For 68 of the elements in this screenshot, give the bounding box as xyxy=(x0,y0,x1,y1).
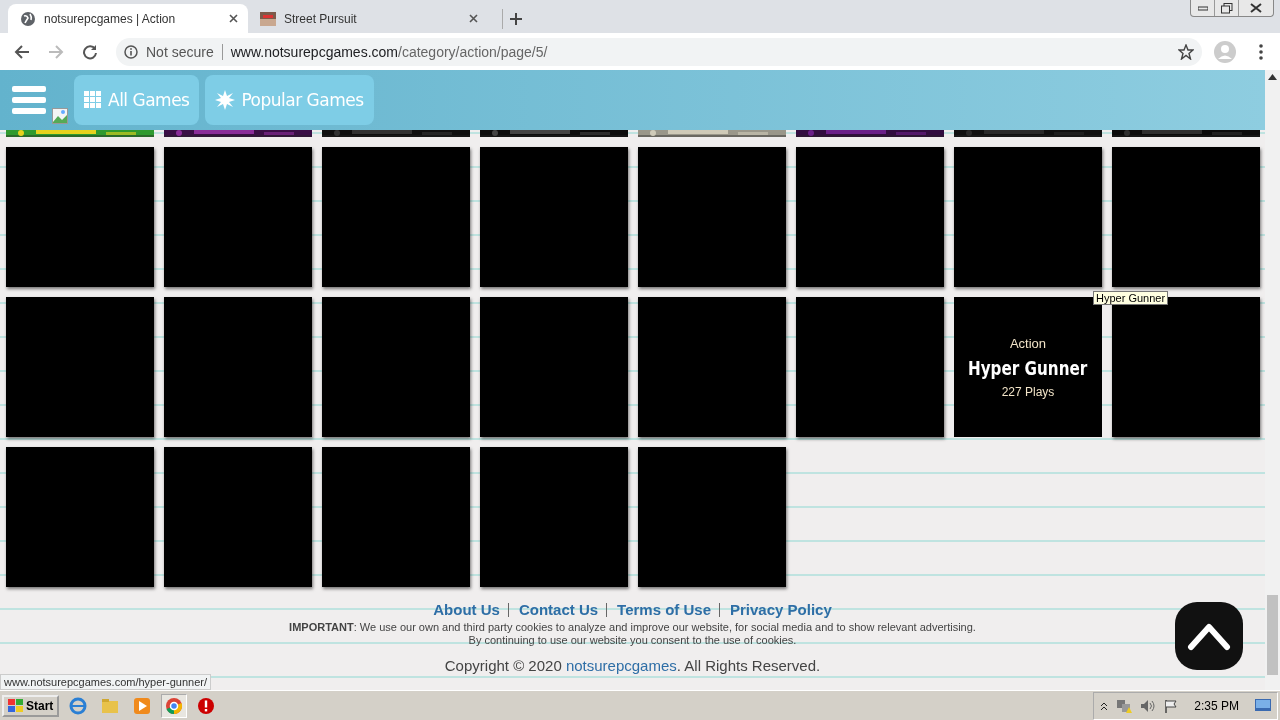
reload-icon[interactable] xyxy=(82,43,98,60)
cookie-notice: By continuing to use our website you consent to the use of cookies. xyxy=(468,634,797,646)
close-icon[interactable] xyxy=(469,14,478,23)
close-icon[interactable] xyxy=(229,14,238,23)
starburst-icon xyxy=(215,90,236,110)
game-tile[interactable] xyxy=(796,147,944,287)
start-button[interactable]: Start xyxy=(2,694,60,717)
caret-up-icon xyxy=(1187,621,1231,651)
tile-plays: 227 Plays xyxy=(1001,384,1055,399)
game-tile[interactable] xyxy=(6,147,154,287)
browser-tab[interactable]: Street Pursuit xyxy=(248,4,488,33)
network-icon[interactable] xyxy=(1116,697,1133,714)
star-icon[interactable] xyxy=(1178,43,1194,60)
game-tile[interactable] xyxy=(638,447,786,587)
minimize-icon[interactable] xyxy=(1197,5,1208,11)
back-icon[interactable] xyxy=(14,43,30,60)
globe-icon xyxy=(20,10,36,27)
scrollbar-thumb[interactable] xyxy=(1267,595,1278,675)
windows-logo-icon xyxy=(8,698,24,713)
game-tile[interactable] xyxy=(164,297,312,437)
scroll-up-icon[interactable] xyxy=(1268,74,1277,80)
address-bar[interactable]: Not secure www.notsurepcgames.com/category/action/page/5/ xyxy=(116,37,1202,66)
game-tile[interactable] xyxy=(6,447,154,587)
game-tile[interactable] xyxy=(6,297,154,437)
profile-icon[interactable] xyxy=(1214,40,1236,63)
game-tile[interactable] xyxy=(480,447,628,587)
show-desktop-icon[interactable] xyxy=(1255,698,1271,713)
copyright-text: . All Rights Reserved. xyxy=(676,657,821,674)
close-icon[interactable] xyxy=(1250,3,1262,13)
info-icon xyxy=(124,44,138,59)
game-tile[interactable] xyxy=(480,297,628,437)
game-tile[interactable] xyxy=(322,297,470,437)
game-tile[interactable] xyxy=(1112,147,1260,287)
restore-icon[interactable] xyxy=(1220,2,1233,14)
grid-icon xyxy=(84,91,102,109)
footer-link[interactable]: Terms of Use xyxy=(617,601,711,618)
game-tile[interactable] xyxy=(164,147,312,287)
game-tile[interactable] xyxy=(638,147,786,287)
game-tile[interactable] xyxy=(638,297,786,437)
chrome-icon[interactable] xyxy=(161,693,188,718)
security-label: Not secure xyxy=(146,43,214,60)
game-tile[interactable] xyxy=(954,147,1102,287)
url-text: www.notsurepcgames.com/category/action/page/5/ xyxy=(230,43,548,60)
cookie-notice: IMPORTANT: We use our own and third party cookies to analyze and improve our website, for social media and to show relevant advertising. xyxy=(289,621,976,633)
speaker-icon[interactable] xyxy=(1140,698,1157,713)
game-tile[interactable] xyxy=(480,147,628,287)
game-tile[interactable] xyxy=(796,297,944,437)
browser-tab[interactable]: notsurepcgames | Action xyxy=(8,4,248,33)
game-tile[interactable] xyxy=(164,447,312,587)
broken-image-icon xyxy=(52,108,68,124)
copyright-text: Copyright © 2020 xyxy=(444,657,563,674)
footer-link[interactable]: Privacy Policy xyxy=(730,601,832,618)
flag-icon[interactable] xyxy=(1164,698,1179,713)
tooltip: Hyper Gunner xyxy=(1093,291,1169,305)
clock: 2:35 PM xyxy=(1194,698,1239,713)
forward-icon[interactable] xyxy=(48,43,64,60)
thumbnail-icon xyxy=(260,11,276,26)
site-link[interactable]: notsurepcgames xyxy=(565,657,677,674)
game-tile[interactable] xyxy=(322,147,470,287)
footer-link[interactable]: Contact Us xyxy=(518,601,599,618)
plus-icon[interactable] xyxy=(509,12,523,26)
game-tile[interactable] xyxy=(322,447,470,587)
footer-link[interactable]: About Us xyxy=(433,601,500,618)
tile-title: Hyper Gunner xyxy=(968,356,1088,379)
chevron-icon[interactable] xyxy=(1100,700,1109,711)
status-url: www.notsurepcgames.com/hyper-gunner/ xyxy=(0,674,211,690)
scroll-to-top-button[interactable] xyxy=(1175,602,1243,670)
tile-category: Action xyxy=(1009,335,1047,351)
